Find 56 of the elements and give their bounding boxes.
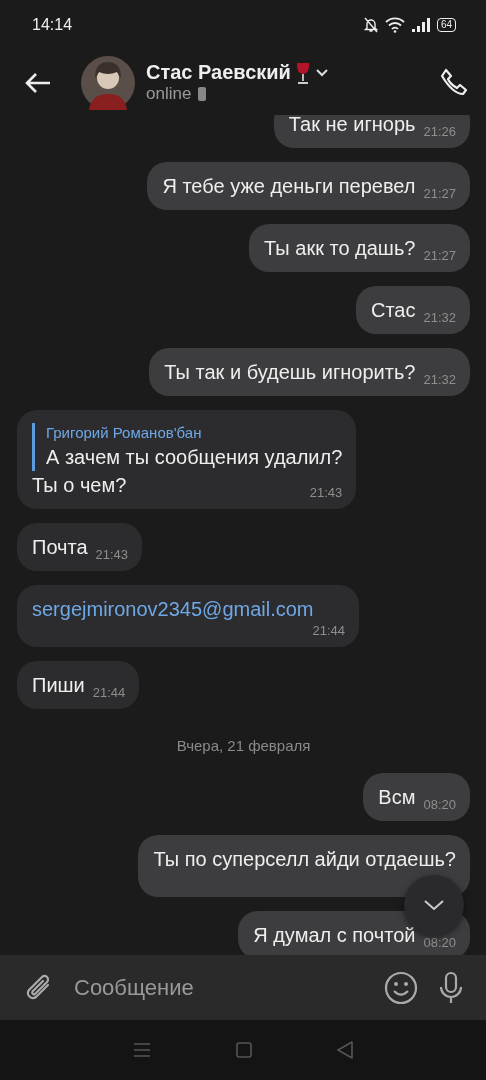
message-time: 21:27 — [423, 186, 456, 202]
call-icon[interactable] — [438, 67, 468, 98]
avatar[interactable] — [81, 55, 135, 110]
date-separator: Вчера, 21 февраля — [176, 737, 311, 754]
battery-level: 64 — [436, 18, 456, 32]
message-time: 21:44 — [92, 685, 126, 701]
message-bubble[interactable]: Я тебе уже деньги перевел 21:27 — [147, 162, 470, 210]
phone-device-icon — [197, 86, 208, 102]
message-text: Пиши — [32, 673, 85, 698]
message-bubble[interactable]: Григорий Романов'бан А зачем ты сообщения удалил? Ты о чем? 21:43 — [17, 410, 357, 509]
message-text: Ты так и будешь игнорить? — [164, 360, 416, 385]
message-text: Всм — [378, 785, 416, 810]
chevron-down-icon[interactable] — [314, 67, 329, 78]
message-text: Почта — [32, 535, 88, 560]
message-bubble[interactable]: Почта 21:43 — [17, 523, 143, 571]
message-time: 21:27 — [423, 248, 456, 264]
message-text: Ты акк то дашь? — [264, 236, 416, 261]
reply-quote[interactable]: Григорий Романов'бан А зачем ты сообщения удалил? — [32, 423, 343, 471]
message-text: Я тебе уже деньги перевел — [162, 174, 416, 199]
message-text: Я думал с почтой — [253, 923, 416, 948]
message-bubble[interactable]: Так не игнорь 21:26 — [273, 115, 470, 148]
signal-icon — [411, 17, 430, 33]
message-text: Так не игнорь — [288, 115, 416, 137]
message-time: 21:32 — [423, 372, 456, 388]
wine-glass-icon — [295, 61, 310, 84]
message-time: 21:44 — [312, 623, 345, 639]
contact-status: online — [146, 84, 192, 104]
bell-off-icon — [363, 17, 378, 33]
message-bubble[interactable]: Стас 21:32 — [355, 286, 470, 334]
message-bubble[interactable]: Я думал с почтой 08:20 — [238, 911, 470, 955]
message-bubble[interactable]: Ты так и будешь игнорить? 21:32 — [149, 348, 470, 396]
emoji-icon[interactable] — [384, 970, 418, 1005]
message-bubble[interactable]: Пиши 21:44 — [17, 661, 140, 709]
message-text: Ты по суперселл айди отдаешь? — [153, 847, 456, 872]
status-time: 14:14 — [32, 16, 73, 34]
message-text: Ты о чем? — [32, 473, 128, 498]
message-time: 21:43 — [309, 485, 343, 501]
message-bubble[interactable]: Ты акк то дашь? 21:27 — [249, 224, 470, 272]
message-time: 08:20 — [423, 797, 456, 813]
contact-name[interactable]: Стас Раевский — [146, 61, 291, 84]
message-time: 21:26 — [423, 124, 456, 140]
message-time: 21:32 — [423, 310, 456, 326]
chevron-down-icon — [423, 899, 445, 911]
message-time: 21:43 — [95, 547, 129, 563]
message-bubble[interactable]: Всм 08:20 — [363, 773, 470, 821]
message-text: Стас — [370, 298, 416, 323]
email-link[interactable]: sergejmironov2345@gmail.com — [32, 595, 345, 623]
wifi-icon — [384, 17, 405, 33]
back-triangle-icon[interactable] — [337, 1041, 354, 1059]
back-icon[interactable] — [24, 70, 52, 95]
message-bubble[interactable]: Ты по суперселл айди отдаешь? — [138, 835, 470, 897]
microphone-icon[interactable] — [438, 970, 464, 1005]
reply-author: Григорий Романов'бан — [46, 423, 203, 443]
message-bubble[interactable]: sergejmironov2345@gmail.com 21:44 — [17, 585, 359, 647]
message-time: 08:20 — [423, 935, 456, 951]
reply-text: А зачем ты сообщения удалил? — [46, 445, 343, 470]
